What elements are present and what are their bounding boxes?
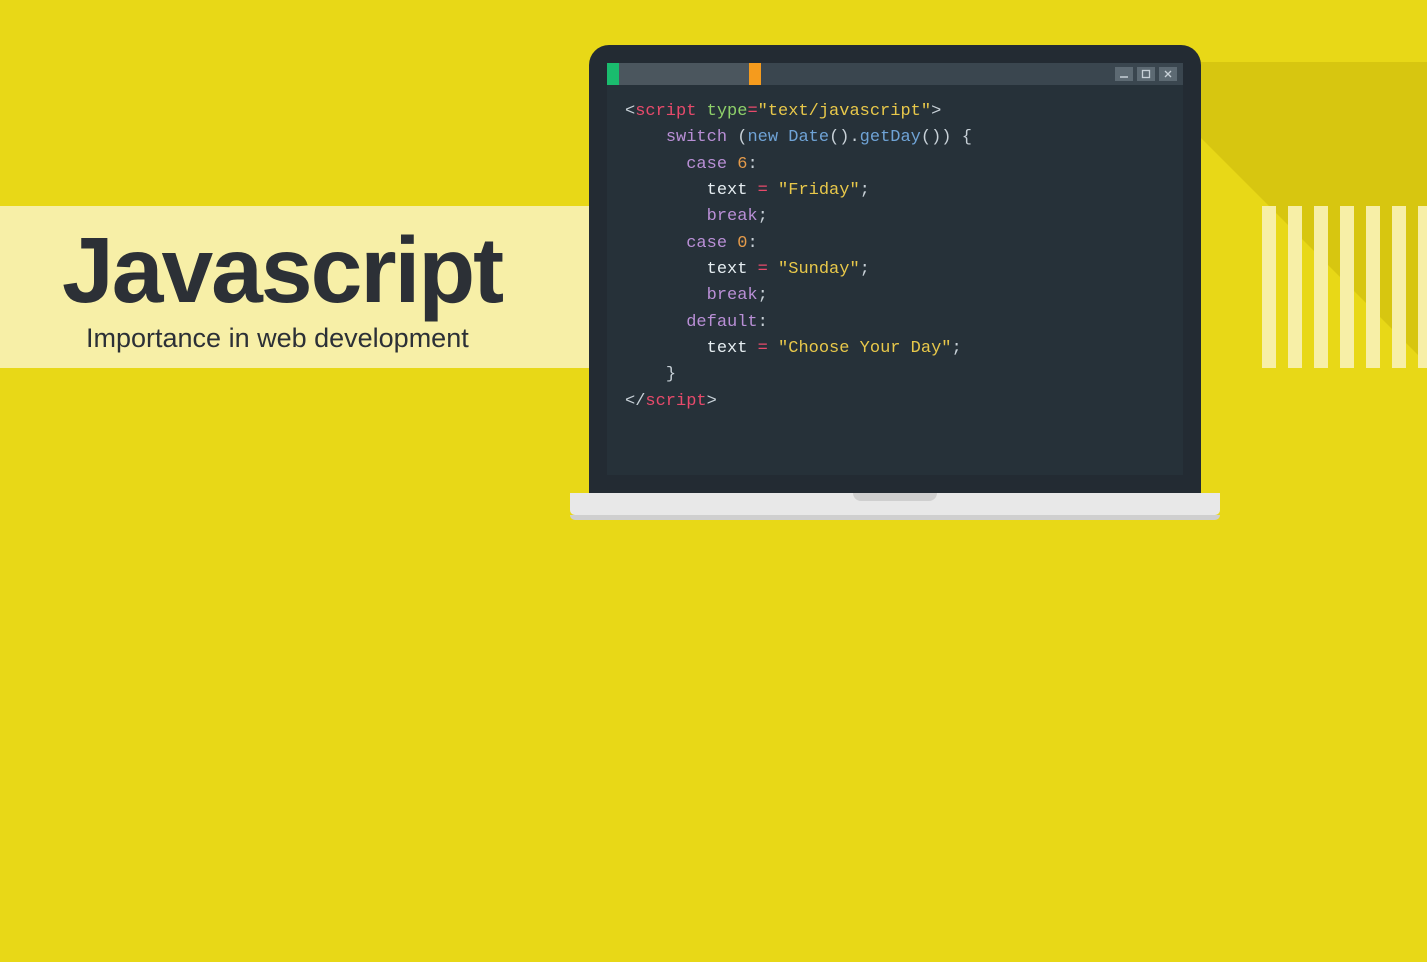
maximize-icon: [1141, 69, 1151, 79]
title-block: Javascript Importance in web development: [62, 224, 502, 354]
editor-tabbar: [607, 63, 1183, 85]
page-subtitle: Importance in web development: [86, 323, 502, 354]
laptop: <script type="text/javascript"> switch (…: [570, 45, 1220, 515]
banner-stripes-right: [1262, 206, 1427, 368]
minimize-button[interactable]: [1115, 67, 1133, 81]
laptop-base: [570, 493, 1220, 515]
close-icon: [1163, 69, 1173, 79]
minimize-icon: [1119, 69, 1129, 79]
page-title: Javascript: [62, 224, 502, 317]
maximize-button[interactable]: [1137, 67, 1155, 81]
tab-active[interactable]: [619, 63, 749, 85]
tab-accent-green: [607, 63, 619, 85]
laptop-screen-frame: <script type="text/javascript"> switch (…: [589, 45, 1201, 493]
close-button[interactable]: [1159, 67, 1177, 81]
code-block: <script type="text/javascript"> switch (…: [607, 85, 1183, 415]
laptop-notch: [853, 493, 937, 501]
code-editor: <script type="text/javascript"> switch (…: [607, 63, 1183, 475]
tab-accent-orange: [749, 63, 761, 85]
window-controls: [1115, 63, 1183, 85]
